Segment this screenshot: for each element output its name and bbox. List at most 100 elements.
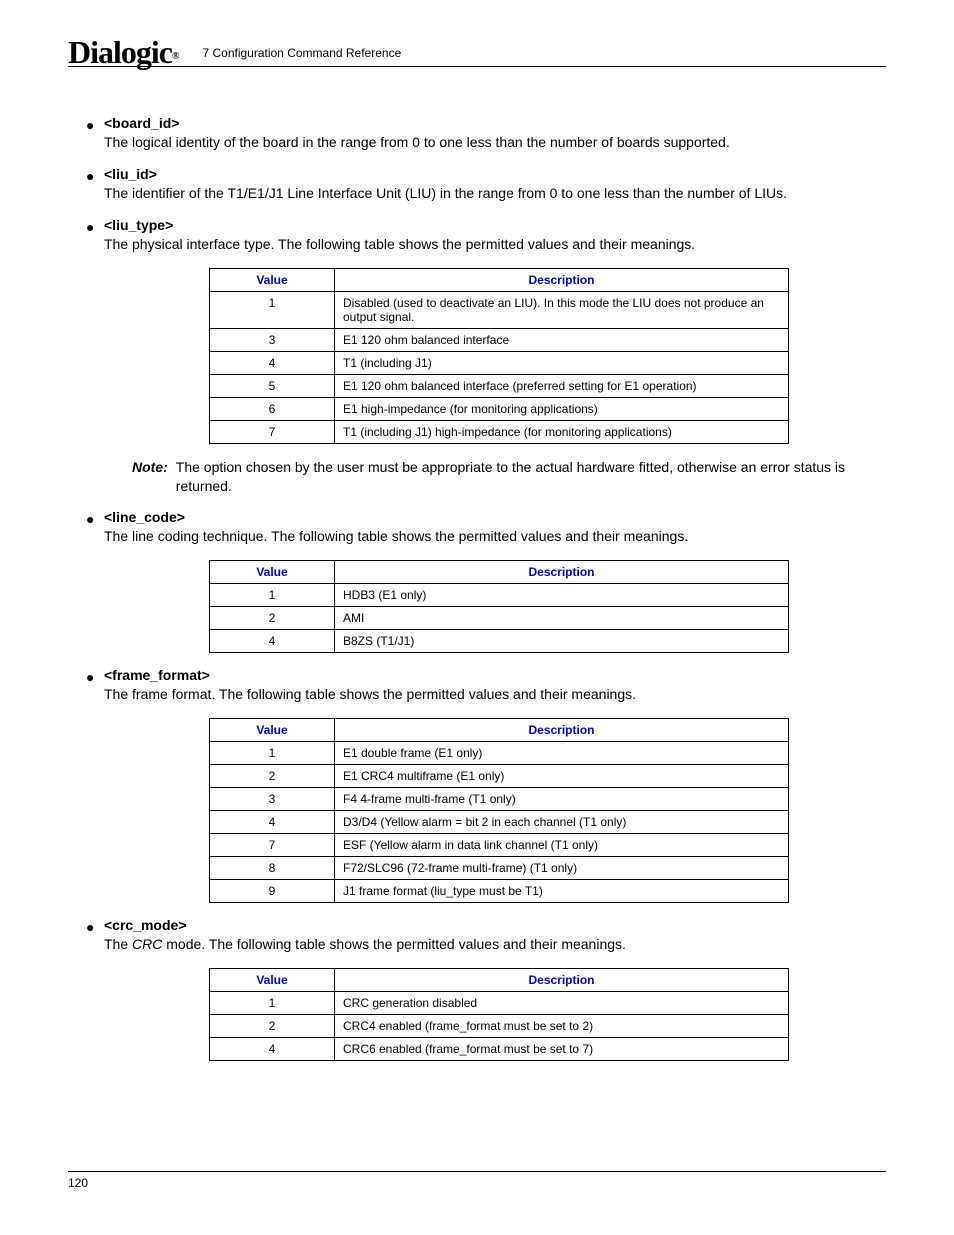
table-row: 7T1 (including J1) high-impedance (for m… xyxy=(210,420,789,443)
param-title: <board_id> xyxy=(104,115,886,131)
table-header-row: Value Description xyxy=(210,719,789,742)
bullet-icon: ● xyxy=(86,670,94,684)
description-cell: J1 frame format (liu_type must be T1) xyxy=(335,880,789,903)
value-cell: 7 xyxy=(210,420,335,443)
param-title: <liu_id> xyxy=(104,166,886,182)
param-crc-mode: ● <crc_mode> The CRC mode. The following… xyxy=(104,917,886,954)
value-cell: 4 xyxy=(210,811,335,834)
param-description: The line coding technique. The following… xyxy=(104,527,886,546)
col-description: Description xyxy=(335,561,789,584)
description-cell: CRC4 enabled (frame_format must be set t… xyxy=(335,1015,789,1038)
description-cell: F4 4-frame multi-frame (T1 only) xyxy=(335,788,789,811)
description-cell: E1 120 ohm balanced interface xyxy=(335,328,789,351)
document-page: Dialogic® 7 Configuration Command Refere… xyxy=(0,0,954,1230)
page-footer: 120 xyxy=(68,1171,886,1190)
note-label: Note: xyxy=(132,458,168,496)
param-title: <crc_mode> xyxy=(104,917,886,933)
value-cell: 6 xyxy=(210,397,335,420)
param-description: The physical interface type. The followi… xyxy=(104,235,886,254)
liu-type-table: Value Description 1Disabled (used to dea… xyxy=(209,268,789,444)
param-board-id: ● <board_id> The logical identity of the… xyxy=(104,115,886,152)
description-cell: D3/D4 (Yellow alarm = bit 2 in each chan… xyxy=(335,811,789,834)
value-cell: 9 xyxy=(210,880,335,903)
description-cell: CRC6 enabled (frame_format must be set t… xyxy=(335,1038,789,1061)
crc-body-italic: CRC xyxy=(132,936,162,952)
description-cell: CRC generation disabled xyxy=(335,992,789,1015)
note-text: The option chosen by the user must be ap… xyxy=(176,458,886,496)
value-cell: 5 xyxy=(210,374,335,397)
content-body: ● <board_id> The logical identity of the… xyxy=(104,115,886,1061)
param-description: The CRC mode. The following table shows … xyxy=(104,935,886,954)
value-cell: 1 xyxy=(210,584,335,607)
page-number: 120 xyxy=(68,1176,88,1190)
value-cell: 1 xyxy=(210,992,335,1015)
value-cell: 4 xyxy=(210,630,335,653)
value-cell: 4 xyxy=(210,351,335,374)
table-row: 4D3/D4 (Yellow alarm = bit 2 in each cha… xyxy=(210,811,789,834)
table-body: 1HDB3 (E1 only)2AMI4B8ZS (T1/J1) xyxy=(210,584,789,653)
table-row: 8F72/SLC96 (72-frame multi-frame) (T1 on… xyxy=(210,857,789,880)
description-cell: E1 double frame (E1 only) xyxy=(335,742,789,765)
value-cell: 3 xyxy=(210,328,335,351)
crc-mode-table: Value Description 1CRC generation disabl… xyxy=(209,968,789,1061)
param-liu-id: ● <liu_id> The identifier of the T1/E1/J… xyxy=(104,166,886,203)
table-row: 2AMI xyxy=(210,607,789,630)
col-value: Value xyxy=(210,561,335,584)
col-description: Description xyxy=(335,969,789,992)
description-cell: F72/SLC96 (72-frame multi-frame) (T1 onl… xyxy=(335,857,789,880)
description-cell: E1 CRC4 multiframe (E1 only) xyxy=(335,765,789,788)
bullet-icon: ● xyxy=(86,169,94,183)
note-block: Note: The option chosen by the user must… xyxy=(132,458,886,496)
description-cell: Disabled (used to deactivate an LIU). In… xyxy=(335,291,789,328)
brand-logo: Dialogic® xyxy=(68,36,178,68)
param-description: The frame format. The following table sh… xyxy=(104,685,886,704)
table-row: 4B8ZS (T1/J1) xyxy=(210,630,789,653)
param-title: <liu_type> xyxy=(104,217,886,233)
table-row: 1HDB3 (E1 only) xyxy=(210,584,789,607)
description-cell: T1 (including J1) xyxy=(335,351,789,374)
col-value: Value xyxy=(210,268,335,291)
col-value: Value xyxy=(210,969,335,992)
table-body: 1E1 double frame (E1 only)2E1 CRC4 multi… xyxy=(210,742,789,903)
table-header-row: Value Description xyxy=(210,561,789,584)
col-description: Description xyxy=(335,268,789,291)
page-header: Dialogic® 7 Configuration Command Refere… xyxy=(68,32,886,67)
table-row: 5E1 120 ohm balanced interface (preferre… xyxy=(210,374,789,397)
crc-body-prefix: The xyxy=(104,936,132,952)
param-title: <frame_format> xyxy=(104,667,886,683)
table-row: 7ESF (Yellow alarm in data link channel … xyxy=(210,834,789,857)
description-cell: E1 high-impedance (for monitoring applic… xyxy=(335,397,789,420)
frame-format-table: Value Description 1E1 double frame (E1 o… xyxy=(209,718,789,903)
table-body: 1CRC generation disabled2CRC4 enabled (f… xyxy=(210,992,789,1061)
table-row: 4CRC6 enabled (frame_format must be set … xyxy=(210,1038,789,1061)
table-row: 1E1 double frame (E1 only) xyxy=(210,742,789,765)
registered-mark: ® xyxy=(172,51,178,62)
param-frame-format: ● <frame_format> The frame format. The f… xyxy=(104,667,886,704)
table-row: 4T1 (including J1) xyxy=(210,351,789,374)
param-description: The logical identity of the board in the… xyxy=(104,133,886,152)
description-cell: AMI xyxy=(335,607,789,630)
bullet-icon: ● xyxy=(86,512,94,526)
description-cell: B8ZS (T1/J1) xyxy=(335,630,789,653)
value-cell: 2 xyxy=(210,607,335,630)
table-row: 2CRC4 enabled (frame_format must be set … xyxy=(210,1015,789,1038)
description-cell: HDB3 (E1 only) xyxy=(335,584,789,607)
value-cell: 1 xyxy=(210,291,335,328)
bullet-icon: ● xyxy=(86,920,94,934)
crc-body-suffix: mode. The following table shows the perm… xyxy=(162,936,626,952)
section-title: 7 Configuration Command Reference xyxy=(202,46,401,60)
line-code-table: Value Description 1HDB3 (E1 only)2AMI4B8… xyxy=(209,560,789,653)
table-row: 3F4 4-frame multi-frame (T1 only) xyxy=(210,788,789,811)
table-row: 1Disabled (used to deactivate an LIU). I… xyxy=(210,291,789,328)
description-cell: ESF (Yellow alarm in data link channel (… xyxy=(335,834,789,857)
table-row: 1CRC generation disabled xyxy=(210,992,789,1015)
value-cell: 8 xyxy=(210,857,335,880)
description-cell: E1 120 ohm balanced interface (preferred… xyxy=(335,374,789,397)
table-body: 1Disabled (used to deactivate an LIU). I… xyxy=(210,291,789,443)
table-row: 9J1 frame format (liu_type must be T1) xyxy=(210,880,789,903)
table-header-row: Value Description xyxy=(210,969,789,992)
logo-text: Dialogic xyxy=(68,34,172,70)
col-description: Description xyxy=(335,719,789,742)
table-row: 6E1 high-impedance (for monitoring appli… xyxy=(210,397,789,420)
col-value: Value xyxy=(210,719,335,742)
